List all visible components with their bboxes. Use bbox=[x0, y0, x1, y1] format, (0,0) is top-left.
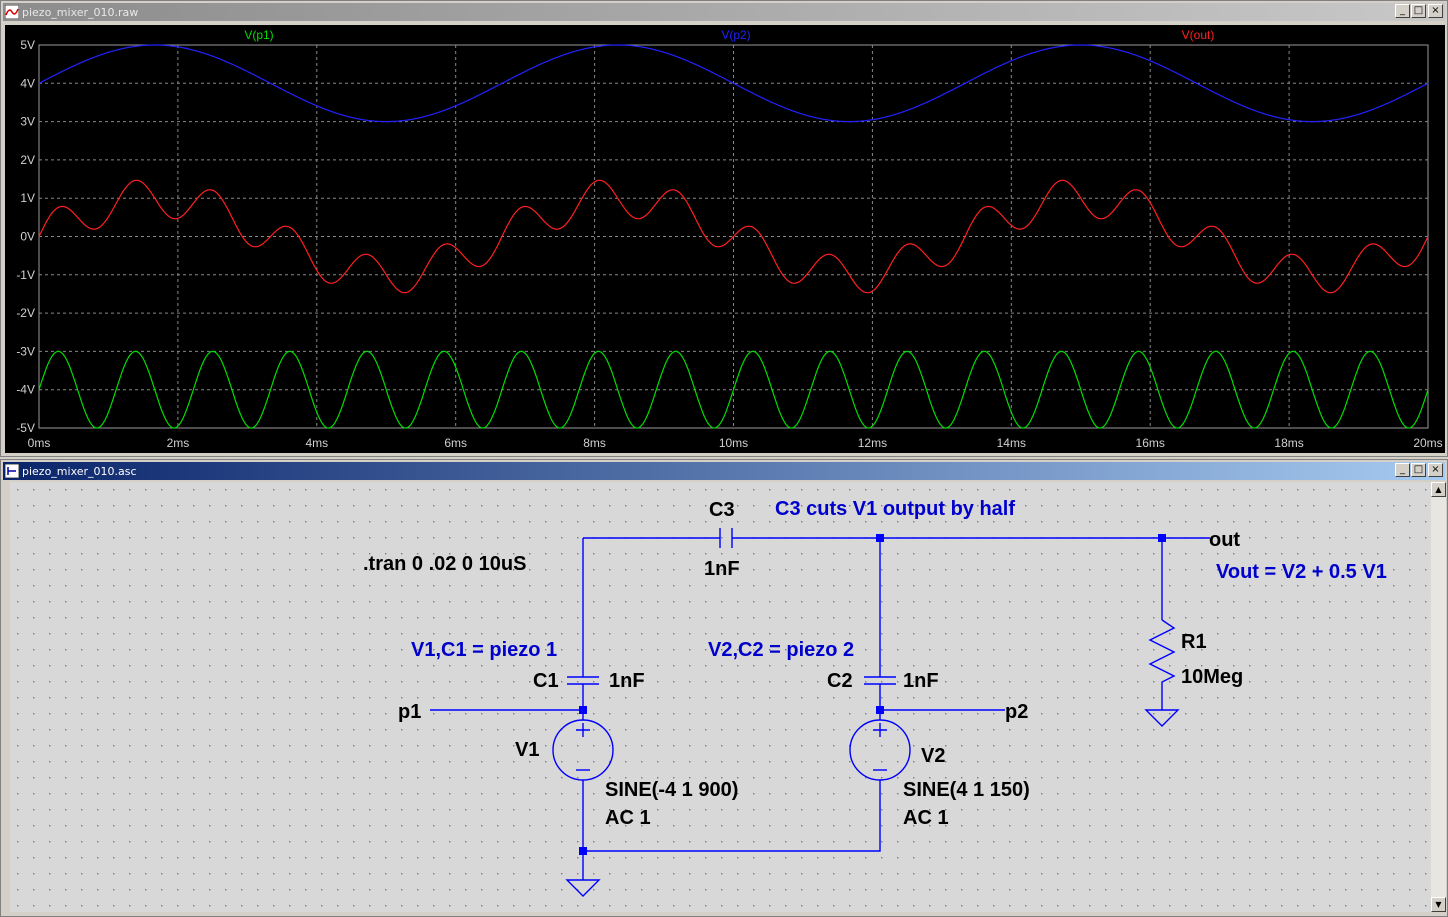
restore-button[interactable]: □ bbox=[1411, 4, 1426, 18]
close-button[interactable]: × bbox=[1428, 4, 1443, 18]
x-tick-label: 2ms bbox=[167, 436, 190, 450]
c3-value[interactable]: 1nF bbox=[704, 558, 740, 580]
y-tick-label: 0V bbox=[20, 230, 35, 244]
x-tick-label: 6ms bbox=[444, 436, 467, 450]
close-button[interactable]: × bbox=[1428, 463, 1443, 477]
v2-function[interactable]: SINE(4 1 150) bbox=[903, 779, 1030, 801]
schematic-canvas[interactable]: C3 C3 cuts V1 output by half 1nF .tran 0… bbox=[10, 482, 1432, 912]
p1-label[interactable]: p1 bbox=[398, 701, 421, 723]
y-tick-label: -3V bbox=[16, 344, 35, 358]
v1c1-comment[interactable]: V1,C1 = piezo 1 bbox=[411, 639, 557, 661]
waveform-window-title: piezo_mixer_010.raw bbox=[22, 5, 139, 19]
waveform-titlebar[interactable]: piezo_mixer_010.raw _ □ × bbox=[3, 3, 1445, 21]
y-tick-label: 2V bbox=[20, 153, 35, 167]
schematic-app-icon bbox=[5, 464, 19, 478]
x-tick-label: 4ms bbox=[305, 436, 328, 450]
p2-label[interactable]: p2 bbox=[1005, 701, 1028, 723]
junction-dot bbox=[579, 847, 587, 855]
y-tick-label: 3V bbox=[20, 115, 35, 129]
legend-entry: V(out) bbox=[1182, 28, 1215, 42]
x-tick-label: 8ms bbox=[583, 436, 606, 450]
scroll-up-button[interactable]: ▲ bbox=[1431, 482, 1446, 497]
y-tick-label: 5V bbox=[20, 38, 35, 52]
legend-entry: V(p2) bbox=[721, 28, 750, 42]
v2c2-comment[interactable]: V2,C2 = piezo 2 bbox=[708, 639, 854, 661]
r1-ref[interactable]: R1 bbox=[1181, 631, 1207, 653]
schematic-titlebar[interactable]: piezo_mixer_010.asc _ □ × bbox=[3, 462, 1445, 480]
x-tick-label: 0ms bbox=[28, 436, 51, 450]
scroll-down-button[interactable]: ▼ bbox=[1431, 897, 1446, 912]
v2-ac[interactable]: AC 1 bbox=[903, 807, 949, 829]
x-tick-label: 10ms bbox=[719, 436, 748, 450]
v1-function[interactable]: SINE(-4 1 900) bbox=[605, 779, 738, 801]
x-tick-label: 18ms bbox=[1274, 436, 1303, 450]
c1-ref[interactable]: C1 bbox=[533, 670, 559, 692]
x-tick-label: 16ms bbox=[1136, 436, 1165, 450]
y-tick-label: -2V bbox=[16, 306, 35, 320]
minimize-button[interactable]: _ bbox=[1395, 463, 1410, 477]
x-tick-label: 12ms bbox=[858, 436, 887, 450]
y-tick-label: -5V bbox=[16, 421, 35, 435]
c3-comment[interactable]: C3 cuts V1 output by half bbox=[775, 498, 1015, 520]
waveform-plot[interactable]: 0ms 2ms 4ms 6ms 8ms 10ms 12ms 14ms 16ms 18ms 20ms 5… bbox=[5, 25, 1445, 453]
v2-ref[interactable]: V2 bbox=[921, 745, 945, 767]
series-line-vp2 bbox=[38, 44, 1429, 123]
c2-value[interactable]: 1nF bbox=[903, 670, 939, 692]
out-label[interactable]: out bbox=[1209, 529, 1240, 551]
restore-button[interactable]: □ bbox=[1411, 463, 1426, 477]
c1-value[interactable]: 1nF bbox=[609, 670, 645, 692]
vout-comment[interactable]: Vout = V2 + 0.5 V1 bbox=[1216, 561, 1387, 583]
waveform-window: piezo_mixer_010.raw _ □ × 0ms 2ms 4ms 6ms 8m… bbox=[0, 0, 1448, 457]
tran-directive[interactable]: .tran 0 .02 0 10uS bbox=[363, 553, 526, 575]
waveform-app-icon bbox=[5, 5, 19, 19]
y-tick-label: 4V bbox=[20, 76, 35, 90]
junction-dot bbox=[876, 534, 884, 542]
y-tick-label: 1V bbox=[20, 191, 35, 205]
r1-value[interactable]: 10Meg bbox=[1181, 666, 1243, 688]
v1-ac[interactable]: AC 1 bbox=[605, 807, 651, 829]
x-tick-label: 14ms bbox=[997, 436, 1026, 450]
series-line-vp1 bbox=[38, 350, 1429, 429]
schematic-vertical-scrollbar[interactable]: ▲ ▼ bbox=[1431, 482, 1446, 912]
minimize-button[interactable]: _ bbox=[1395, 4, 1410, 18]
v1-ref[interactable]: V1 bbox=[515, 739, 539, 761]
y-tick-label: -1V bbox=[16, 268, 35, 282]
legend-entry: V(p1) bbox=[244, 28, 273, 42]
c3-ref[interactable]: C3 bbox=[709, 499, 735, 521]
y-tick-label: -4V bbox=[16, 383, 35, 397]
junction-dot bbox=[1158, 534, 1166, 542]
schematic-window-title: piezo_mixer_010.asc bbox=[22, 464, 137, 478]
junction-dot bbox=[876, 706, 884, 714]
x-tick-label: 20ms bbox=[1413, 436, 1442, 450]
c2-ref[interactable]: C2 bbox=[827, 670, 853, 692]
junction-dot bbox=[579, 706, 587, 714]
